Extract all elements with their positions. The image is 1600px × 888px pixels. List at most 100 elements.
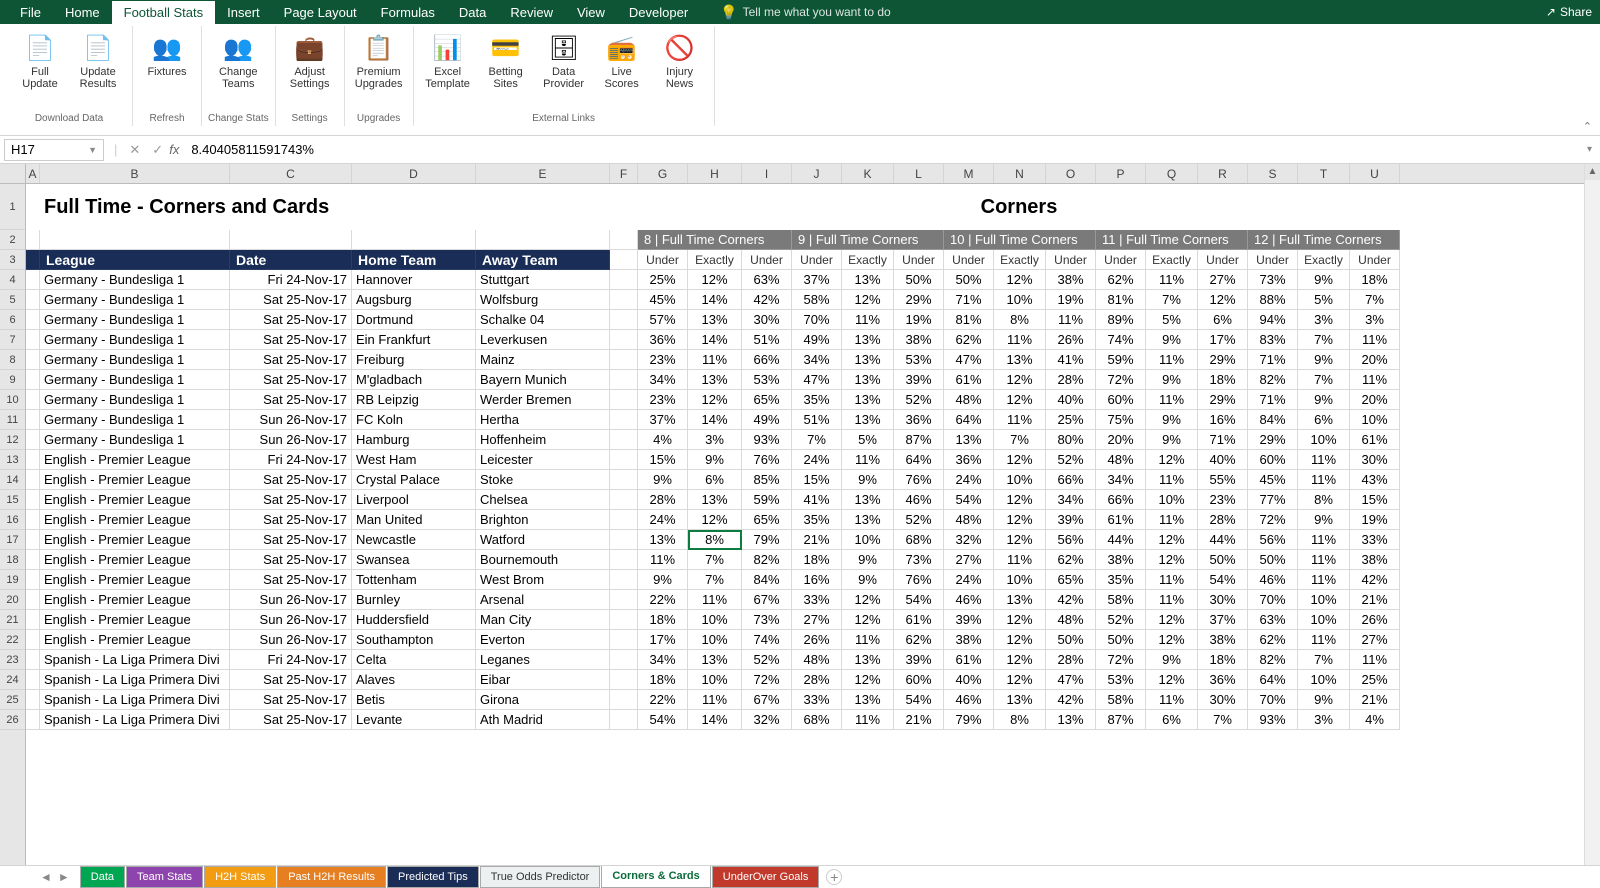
cell-data[interactable]: 37% — [638, 410, 688, 430]
cell-data[interactable]: 29% — [1248, 430, 1298, 450]
cell-data[interactable]: 42% — [1046, 590, 1096, 610]
cell-data[interactable]: 11% — [1146, 350, 1198, 370]
cell-data[interactable]: 39% — [894, 650, 944, 670]
cell-away[interactable]: Bournemouth — [476, 550, 610, 570]
cell-data[interactable]: 7% — [1350, 290, 1400, 310]
cell-date[interactable]: Sat 25-Nov-17 — [230, 690, 352, 710]
cell-data[interactable]: 65% — [742, 390, 792, 410]
cell-date[interactable]: Sun 26-Nov-17 — [230, 410, 352, 430]
cell-data[interactable]: 72% — [1096, 370, 1146, 390]
cell-home[interactable]: Swansea — [352, 550, 476, 570]
cell-data[interactable]: 5% — [842, 430, 894, 450]
ribbon-live-scores[interactable]: 📻LiveScores — [594, 30, 650, 92]
row-header[interactable]: 8 — [0, 350, 25, 370]
cell-data[interactable]: 17% — [638, 630, 688, 650]
col-title-home-team[interactable]: Home Team — [352, 250, 476, 270]
cell-data[interactable]: 18% — [638, 670, 688, 690]
cell-data[interactable]: 42% — [742, 290, 792, 310]
cell-data[interactable]: 11% — [1146, 470, 1198, 490]
cell-data[interactable]: 14% — [688, 710, 742, 730]
cell-data[interactable]: 59% — [742, 490, 792, 510]
cell-data[interactable]: 24% — [944, 470, 994, 490]
cell-data[interactable]: 63% — [1248, 610, 1298, 630]
cell-data[interactable]: 93% — [742, 430, 792, 450]
menu-tab-insert[interactable]: Insert — [215, 1, 272, 24]
cell[interactable] — [610, 650, 638, 670]
cell-data[interactable]: 27% — [792, 610, 842, 630]
col-header-B[interactable]: B — [40, 164, 230, 183]
cell-data[interactable]: 13% — [688, 310, 742, 330]
cell-home[interactable]: Augsburg — [352, 290, 476, 310]
cell-league[interactable]: English - Premier League — [40, 530, 230, 550]
cell-data[interactable]: 11% — [1298, 450, 1350, 470]
cell-data[interactable]: 81% — [1096, 290, 1146, 310]
cell[interactable] — [610, 410, 638, 430]
cell-data[interactable]: 13% — [688, 650, 742, 670]
ribbon-data-provider[interactable]: 🗄DataProvider — [536, 30, 592, 92]
cell-data[interactable]: 54% — [1198, 570, 1248, 590]
col-header-S[interactable]: S — [1248, 164, 1298, 183]
scroll-up-icon[interactable]: ▲ — [1585, 164, 1600, 180]
collapse-ribbon-icon[interactable]: ⌃ — [1583, 120, 1592, 133]
cell-data[interactable]: 72% — [742, 670, 792, 690]
cell-data[interactable]: 11% — [1350, 370, 1400, 390]
cell-league[interactable]: English - Premier League — [40, 450, 230, 470]
cell-home[interactable]: Dortmund — [352, 310, 476, 330]
row-header[interactable]: 21 — [0, 610, 25, 630]
cell-data[interactable]: 3% — [688, 430, 742, 450]
cell-data[interactable]: 71% — [944, 290, 994, 310]
sheet-tab-h2h-stats[interactable]: H2H Stats — [204, 866, 276, 888]
cell-data[interactable]: 12% — [994, 510, 1046, 530]
cell-data[interactable]: 11% — [1298, 470, 1350, 490]
menu-tab-page-layout[interactable]: Page Layout — [272, 1, 369, 24]
cell-data[interactable]: 13% — [842, 690, 894, 710]
cell-data[interactable]: 30% — [1198, 690, 1248, 710]
cell-data[interactable]: 11% — [1298, 530, 1350, 550]
sheet-tab-underover-goals[interactable]: UnderOver Goals — [712, 866, 820, 888]
cell-data[interactable]: 28% — [792, 670, 842, 690]
cell-data[interactable]: 27% — [944, 550, 994, 570]
sheet-tab-true-odds-predictor[interactable]: True Odds Predictor — [480, 866, 601, 888]
cell-data[interactable]: 8% — [994, 310, 1046, 330]
cell[interactable] — [26, 450, 40, 470]
cell-data[interactable]: 10% — [994, 290, 1046, 310]
cell-home[interactable]: Crystal Palace — [352, 470, 476, 490]
row-header[interactable]: 15 — [0, 490, 25, 510]
cell-date[interactable]: Sat 25-Nov-17 — [230, 290, 352, 310]
cell-data[interactable]: 38% — [1096, 550, 1146, 570]
cell-data[interactable]: 70% — [1248, 590, 1298, 610]
cell-data[interactable]: 9% — [1146, 370, 1198, 390]
cell[interactable] — [26, 330, 40, 350]
page-title[interactable]: Full Time - Corners and Cards — [40, 184, 610, 230]
menu-tab-view[interactable]: View — [565, 1, 617, 24]
cell-data[interactable]: 62% — [944, 330, 994, 350]
sub-header[interactable]: Under — [1350, 250, 1400, 270]
cell-data[interactable]: 46% — [1248, 570, 1298, 590]
cell-data[interactable]: 15% — [1350, 490, 1400, 510]
col-header-U[interactable]: U — [1350, 164, 1400, 183]
group-header[interactable]: 8 | Full Time Corners — [638, 230, 792, 250]
cell-data[interactable]: 20% — [1350, 390, 1400, 410]
cell-date[interactable]: Sun 26-Nov-17 — [230, 630, 352, 650]
cell-home[interactable]: Burnley — [352, 590, 476, 610]
col-header-O[interactable]: O — [1046, 164, 1096, 183]
cell-data[interactable]: 18% — [792, 550, 842, 570]
ribbon-fixtures[interactable]: 👥Fixtures — [139, 30, 195, 80]
cell-data[interactable]: 7% — [688, 570, 742, 590]
cell-data[interactable]: 9% — [638, 570, 688, 590]
cell-data[interactable]: 3% — [1298, 710, 1350, 730]
cell-home[interactable]: Newcastle — [352, 530, 476, 550]
cell-data[interactable]: 34% — [638, 650, 688, 670]
cell-data[interactable]: 54% — [638, 710, 688, 730]
cell-data[interactable]: 64% — [894, 450, 944, 470]
ribbon-adjust-settings[interactable]: 💼AdjustSettings — [282, 30, 338, 92]
cell-data[interactable]: 61% — [1096, 510, 1146, 530]
cell-data[interactable]: 48% — [792, 650, 842, 670]
cell-data[interactable]: 37% — [792, 270, 842, 290]
cell-data[interactable]: 70% — [1248, 690, 1298, 710]
cell-data[interactable]: 11% — [688, 690, 742, 710]
cell[interactable] — [610, 510, 638, 530]
sub-header[interactable]: Under — [1046, 250, 1096, 270]
cell-data[interactable]: 4% — [638, 430, 688, 450]
row-header[interactable]: 7 — [0, 330, 25, 350]
